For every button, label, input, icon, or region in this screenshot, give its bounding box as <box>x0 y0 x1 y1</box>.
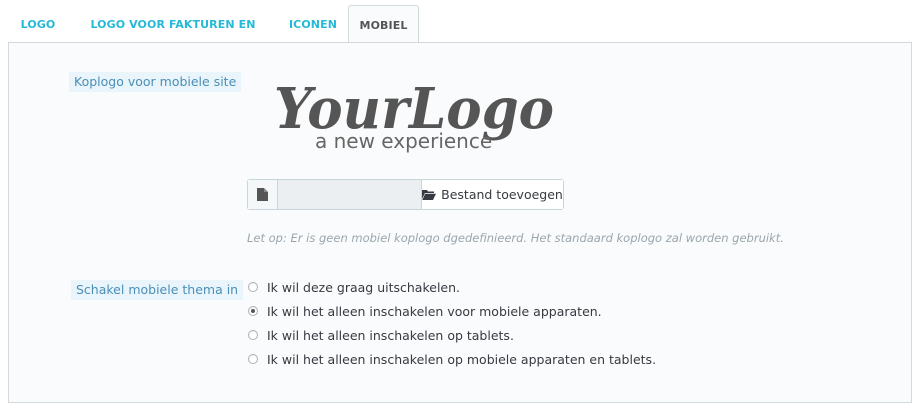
add-file-button[interactable]: Bestand toevoegen <box>422 180 563 209</box>
tab-invoice-email-logo[interactable]: LOGO VOOR FAKTUREN EN EMAILS <box>78 5 268 71</box>
radio-option-disable[interactable]: Ik wil deze graag uitschakelen. <box>248 277 460 297</box>
tab-logo[interactable]: LOGO <box>8 5 68 43</box>
radio-button[interactable] <box>248 354 258 364</box>
radio-option-mobile-and-tablets[interactable]: Ik wil het alleen inschakelen op mobiele… <box>248 349 656 369</box>
radio-label: Ik wil deze graag uitschakelen. <box>267 279 460 295</box>
radio-label: Ik wil het alleen inschakelen op mobiele… <box>267 351 657 367</box>
radio-button[interactable] <box>248 282 258 292</box>
radio-option-tablets-only[interactable]: Ik wil het alleen inschakelen op tablets… <box>248 325 514 345</box>
file-icon <box>248 180 278 209</box>
tab-bar: LOGO LOGO VOOR FAKTUREN EN EMAILS ICONEN… <box>8 5 913 71</box>
radio-button[interactable] <box>248 330 258 340</box>
logo-tagline: a new experience <box>315 129 492 153</box>
folder-open-icon <box>422 190 437 200</box>
file-name-input[interactable] <box>278 180 422 209</box>
radio-button[interactable] <box>248 306 258 316</box>
file-upload-group: Bestand toevoegen <box>247 179 564 210</box>
mobile-theme-label: Schakel mobiele thema in <box>71 280 244 300</box>
tab-mobile[interactable]: MOBIEL <box>348 5 419 44</box>
add-file-label: Bestand toevoegen <box>441 187 563 202</box>
mobile-logo-help-text: Let op: Er is geen mobiel koplogo dgedef… <box>247 231 784 245</box>
radio-option-mobile-only[interactable]: Ik wil het alleen inschakelen voor mobie… <box>248 301 602 321</box>
mobile-logo-label: Koplogo voor mobiele site <box>69 72 242 92</box>
mobile-logo-image: YourLogo a new experience <box>274 76 554 153</box>
tab-icons[interactable]: ICONEN <box>278 5 348 43</box>
radio-label: Ik wil het alleen inschakelen op tablets… <box>267 327 514 343</box>
radio-label: Ik wil het alleen inschakelen voor mobie… <box>267 303 602 319</box>
